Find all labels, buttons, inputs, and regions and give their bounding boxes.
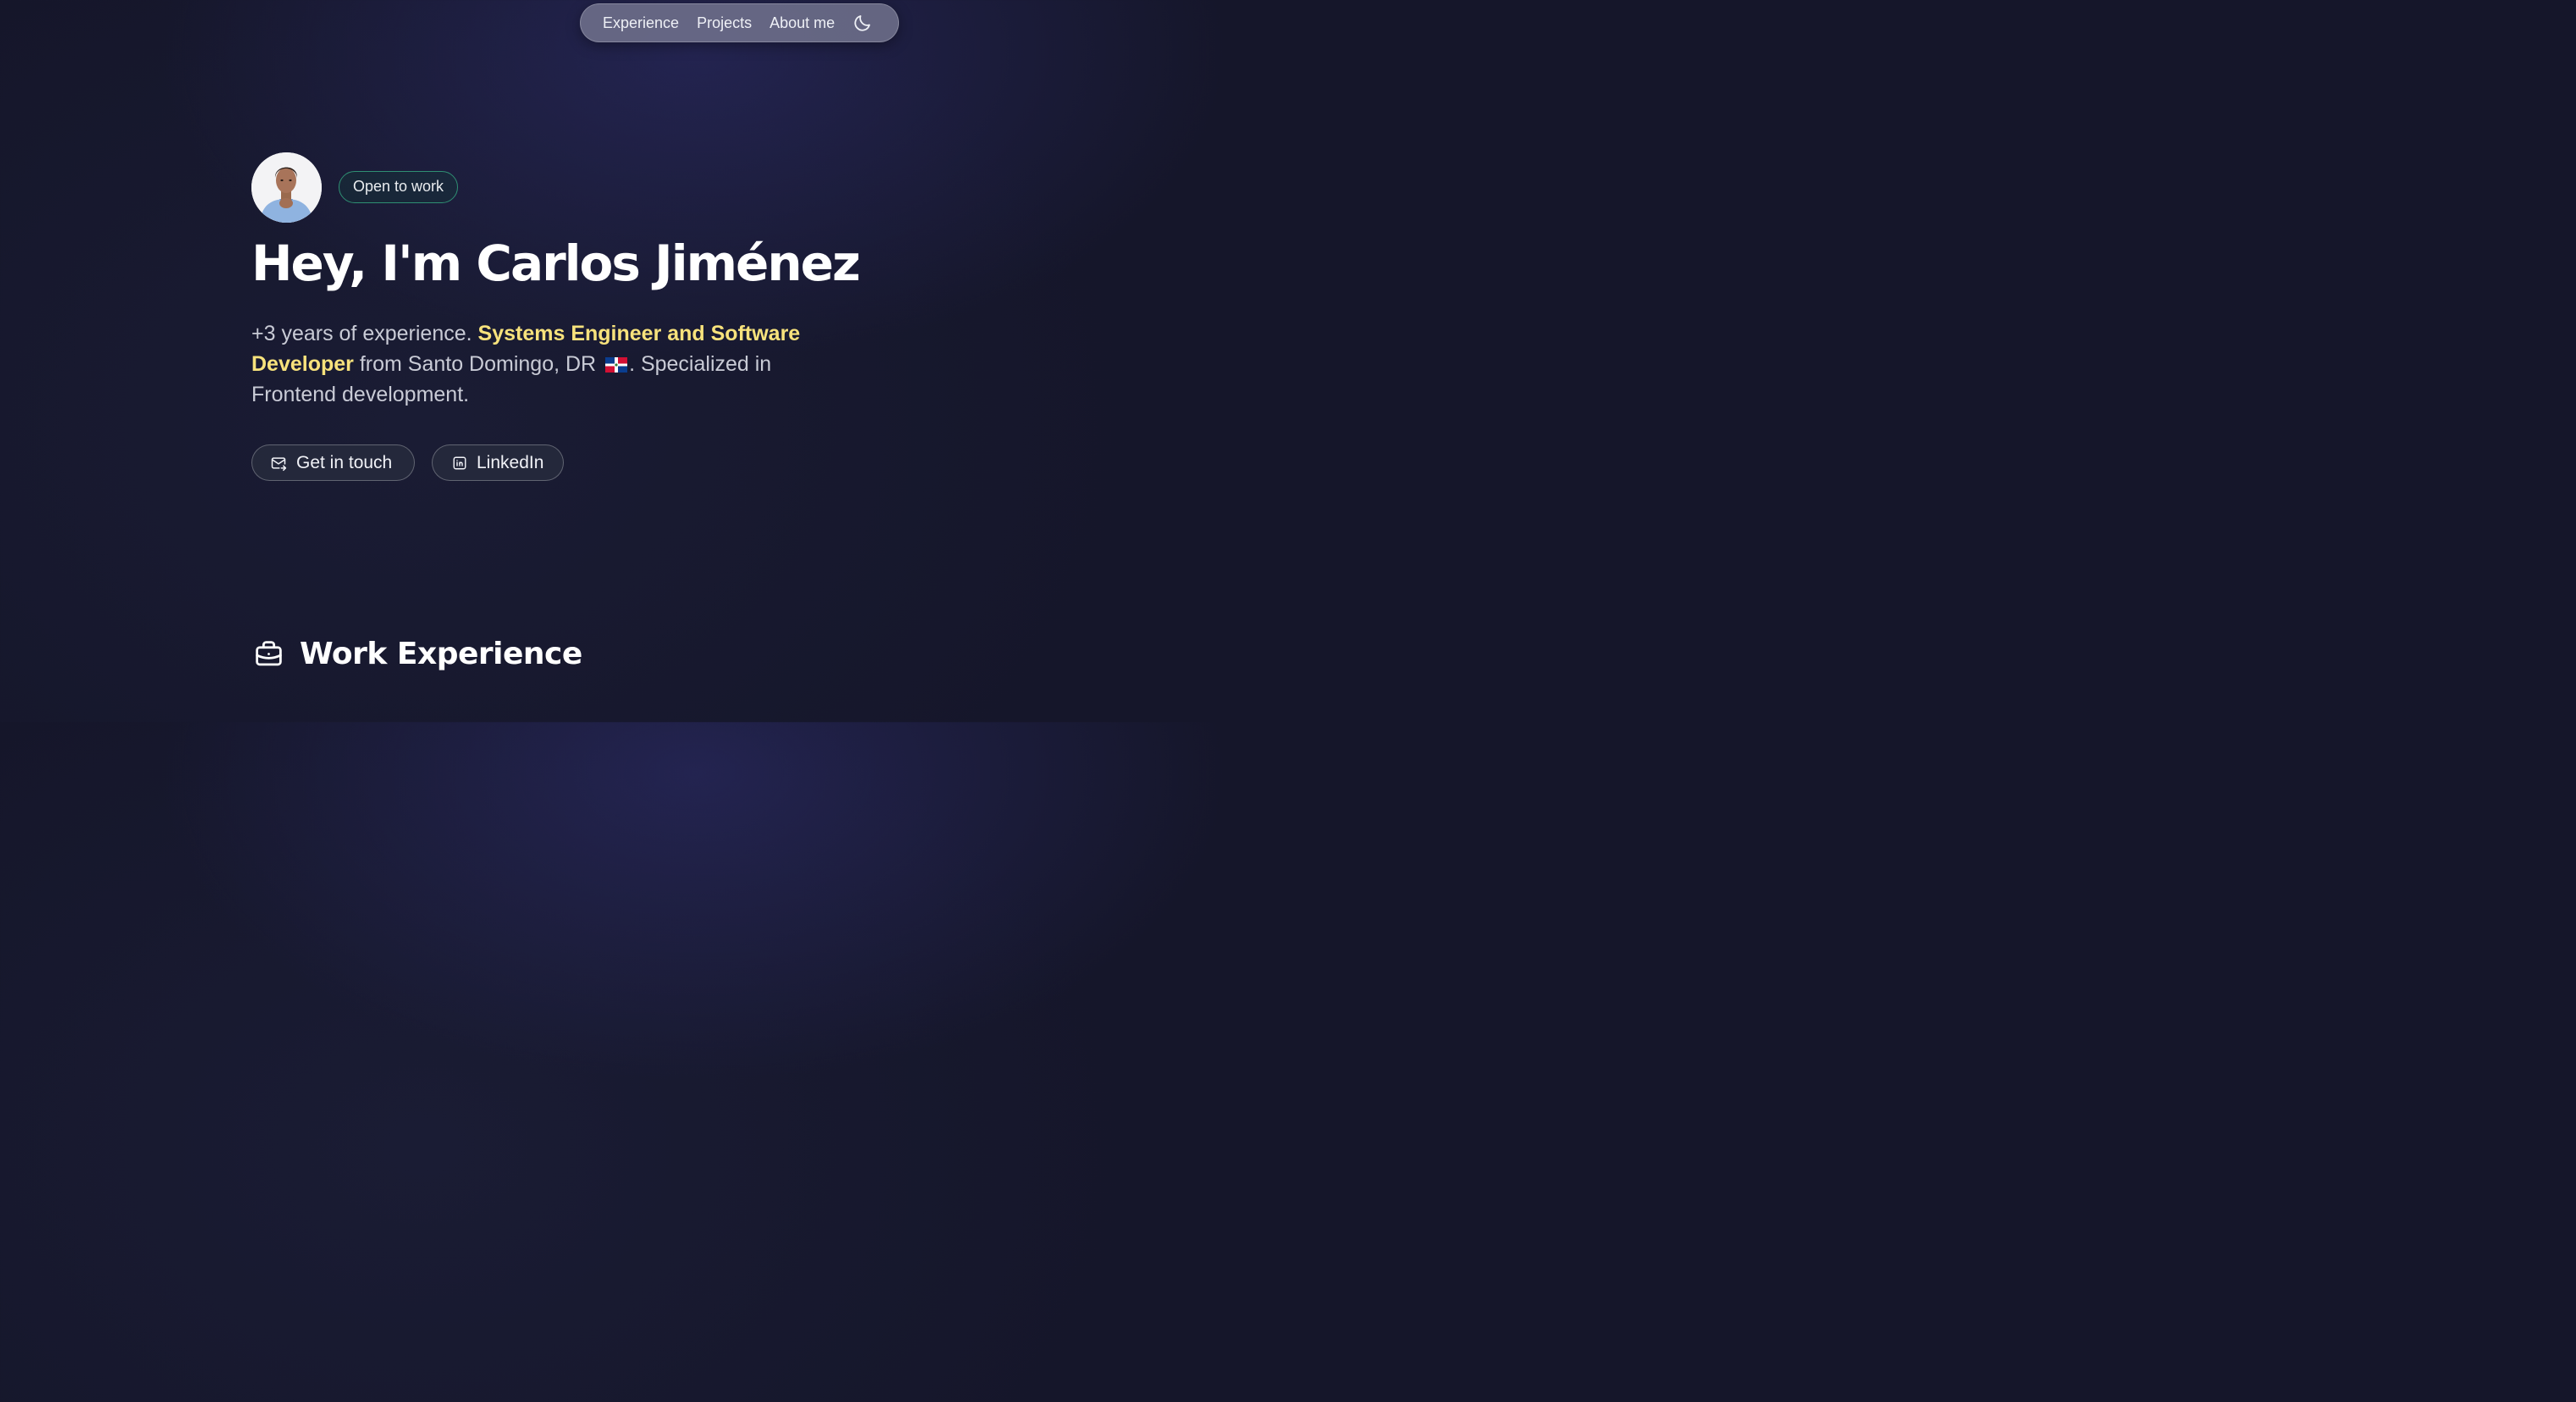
nav-link-projects[interactable]: Projects [697,14,752,32]
dominican-republic-flag-icon [605,357,628,373]
top-nav: Experience Projects About me [580,3,899,42]
get-in-touch-button[interactable]: Get in touch [251,444,415,481]
linkedin-label: LinkedIn [477,452,544,472]
profile-photo [251,152,322,223]
get-in-touch-label: Get in touch [296,452,393,472]
work-experience-heading: Work Experience [253,637,582,671]
intro-part-1: +3 years of experience. [251,322,478,345]
intro-part-2: from Santo Domingo, DR [353,352,603,376]
open-to-work-badge: Open to work [339,171,459,203]
theme-toggle-button[interactable] [852,13,873,33]
linkedin-button[interactable]: LinkedIn [432,444,564,481]
linkedin-icon [453,456,466,469]
avatar [251,152,322,223]
nav-link-experience[interactable]: Experience [603,14,679,32]
section-title: Work Experience [300,637,582,671]
briefcase-icon [256,641,282,666]
nav-link-about[interactable]: About me [769,14,835,32]
moon-icon [854,15,871,31]
intro-text: +3 years of experience. Systems Engineer… [251,318,844,410]
page-title: Hey, I'm Carlos Jiménez [251,235,861,292]
mail-icon [271,456,287,471]
